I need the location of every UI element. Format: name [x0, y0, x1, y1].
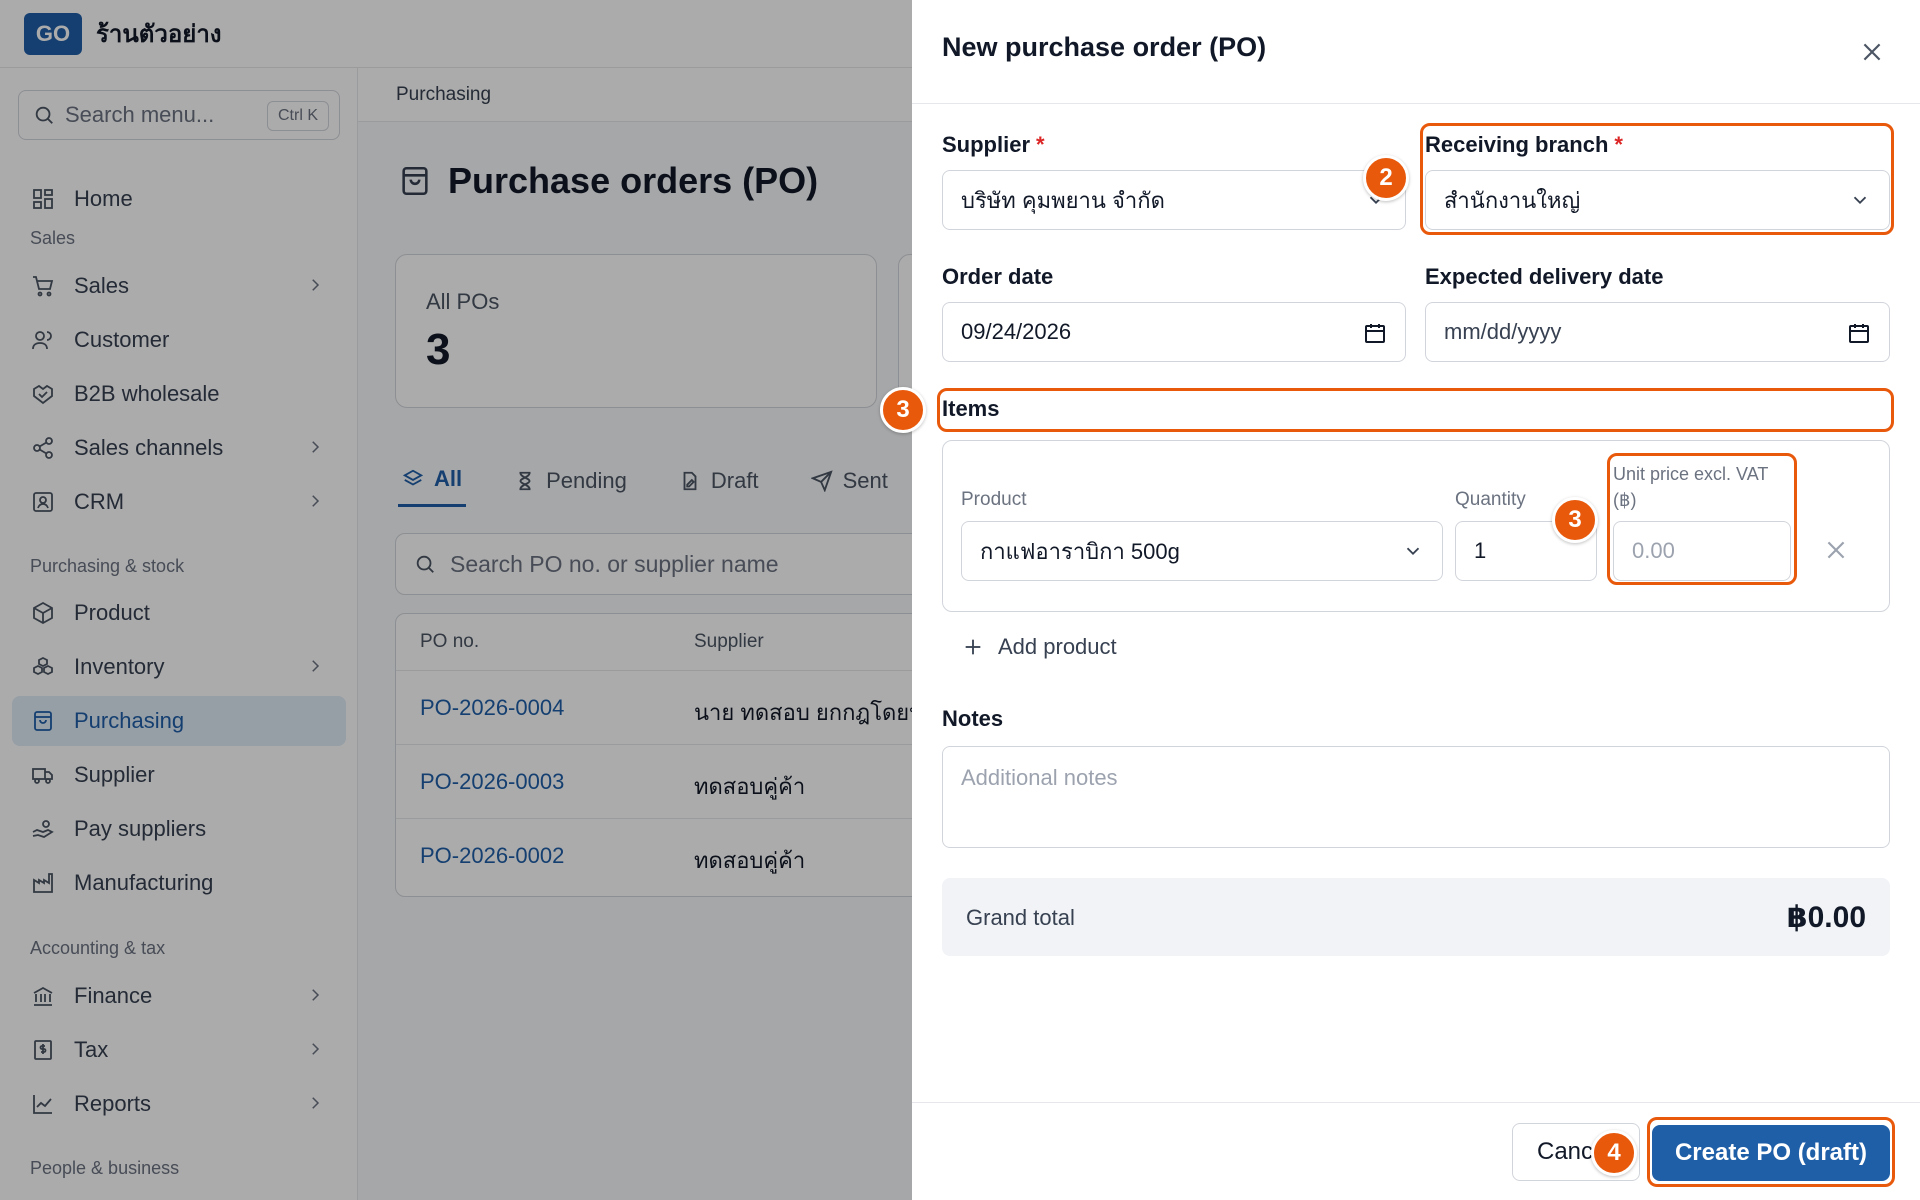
- remove-item-button[interactable]: [1823, 537, 1849, 568]
- grand-total-value: ฿0.00: [1786, 901, 1866, 934]
- highlight-receiving-branch: [1420, 123, 1894, 235]
- plus-icon: [965, 639, 981, 655]
- close-icon: [1863, 43, 1881, 61]
- supplier-select[interactable]: บริษัท คุมพยาน จำกัด: [942, 170, 1406, 230]
- supplier-label: Supplier *: [942, 132, 1045, 158]
- expected-delivery-date-placeholder: mm/dd/yyyy: [1444, 319, 1562, 344]
- chevron-down-icon: [1402, 540, 1424, 562]
- product-value: กาแฟอาราบิกา 500g: [980, 538, 1180, 564]
- drawer-header: New purchase order (PO): [912, 0, 1920, 104]
- step-badge-3: 3: [880, 387, 926, 433]
- highlight-items: [937, 388, 1894, 432]
- add-product-label: Add product: [998, 634, 1117, 659]
- close-icon: [1827, 541, 1845, 559]
- drawer-title: New purchase order (PO): [942, 32, 1267, 62]
- expected-delivery-date-label: Expected delivery date: [1425, 264, 1664, 289]
- notes-textarea[interactable]: Additional notes: [942, 746, 1890, 848]
- quantity-label: Quantity: [1455, 489, 1526, 510]
- step-badge-2: 2: [1363, 155, 1409, 201]
- add-product-button[interactable]: Add product: [962, 634, 1117, 660]
- grand-total-panel: Grand total ฿0.00: [942, 878, 1890, 956]
- order-date-value: 09/24/2026: [961, 319, 1072, 344]
- notes-label: Notes: [942, 706, 1004, 731]
- highlight-create-po: [1647, 1117, 1895, 1187]
- calendar-icon[interactable]: [1363, 321, 1387, 345]
- quantity-value: 1: [1474, 538, 1487, 563]
- supplier-label-text: Supplier: [942, 132, 1031, 157]
- required-mark: *: [1036, 132, 1045, 157]
- grand-total-label: Grand total: [966, 905, 1075, 930]
- expected-delivery-date-input[interactable]: mm/dd/yyyy: [1425, 302, 1890, 362]
- calendar-icon[interactable]: [1847, 321, 1871, 345]
- order-date-label: Order date: [942, 264, 1054, 289]
- notes-placeholder: Additional notes: [961, 765, 1118, 790]
- supplier-value: บริษัท คุมพยาน จำกัด: [961, 187, 1165, 213]
- product-label: Product: [961, 489, 1027, 510]
- order-date-input[interactable]: 09/24/2026: [942, 302, 1406, 362]
- product-select[interactable]: กาแฟอาราบิกา 500g: [961, 521, 1443, 581]
- step-badge-3-unit-price: 3: [1552, 497, 1598, 543]
- step-badge-4: 4: [1591, 1130, 1637, 1176]
- highlight-unit-price: [1607, 453, 1797, 585]
- close-button[interactable]: [1854, 34, 1890, 70]
